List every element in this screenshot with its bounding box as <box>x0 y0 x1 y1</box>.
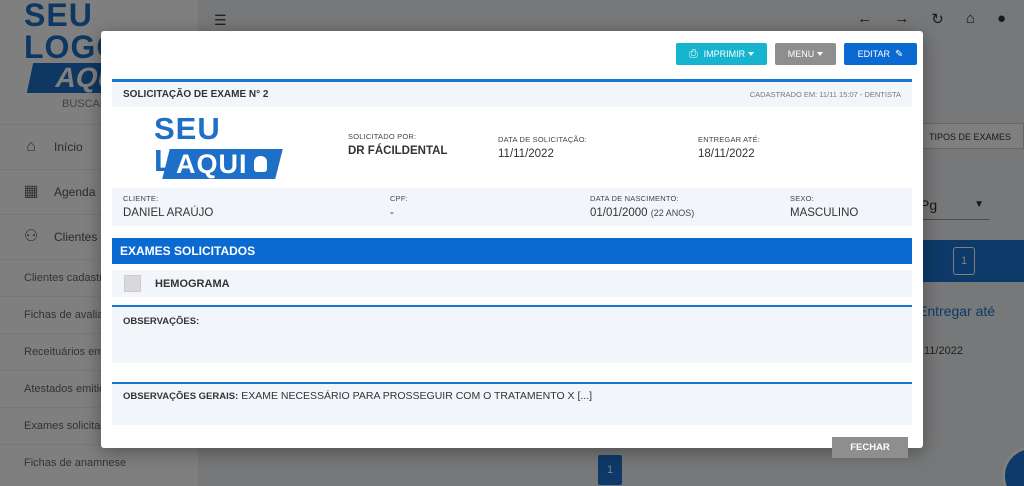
general-observations-text: EXAME NECESSÁRIO PARA PROSSEGUIR COM O T… <box>241 390 593 402</box>
caret-down-icon <box>748 52 755 56</box>
caret-down-icon <box>817 52 824 56</box>
field-value: DR FÁCILDENTAL <box>348 145 448 157</box>
exam-checkbox[interactable] <box>124 275 141 292</box>
request-header: SOLICITAÇÃO DE EXAME N° 2 CADASTRADO EM:… <box>112 79 912 107</box>
field-label: ENTREGAR ATÉ: <box>698 135 761 144</box>
registered-info: CADASTRADO EM: 11/11 15:07 - DENTISTA <box>749 90 901 99</box>
edit-button-label: EDITAR <box>857 49 890 59</box>
deliver-date-field: ENTREGAR ATÉ: 18/11/2022 <box>698 135 760 160</box>
tooth-icon <box>254 156 267 172</box>
cpf-field: CPF: - <box>390 194 408 219</box>
exams-section-title: EXAMES SOLICITADOS <box>112 238 912 264</box>
modal-toolbar: ⎙ IMPRIMIR MENU EDITAR ✎ <box>676 43 917 65</box>
requested-by-field: SOLICITADO POR: DR FÁCILDENTAL <box>348 132 447 157</box>
observations-label: OBSERVAÇÕES: <box>123 316 200 327</box>
logo-text-2: AQUI <box>176 149 248 179</box>
exam-request-modal: ⎙ IMPRIMIR MENU EDITAR ✎ SOLICITAÇÃO DE … <box>101 31 923 458</box>
field-label: SEXO: <box>790 194 814 203</box>
general-observations-box: OBSERVAÇÕES GERAIS: EXAME NECESSÁRIO PAR… <box>112 382 912 425</box>
general-observations-label: OBSERVAÇÕES GERAIS: <box>123 391 239 402</box>
print-button[interactable]: ⎙ IMPRIMIR <box>676 43 767 65</box>
page-title: SOLICITAÇÃO DE EXAME N° 2 <box>123 89 269 100</box>
field-label: SOLICITADO POR: <box>348 132 417 141</box>
age-value: (22 ANOS) <box>650 208 695 218</box>
field-value: DANIEL ARAÚJO <box>123 207 214 219</box>
menu-button[interactable]: MENU <box>775 43 836 65</box>
field-value: 11/11/2022 <box>498 148 554 160</box>
field-label: CLIENTE: <box>123 194 159 203</box>
field-value: 18/11/2022 <box>698 148 755 160</box>
edit-icon: ✎ <box>894 48 904 60</box>
birth-date-field: DATA DE NASCIMENTO: 01/01/2000 (22 ANOS) <box>590 194 694 219</box>
field-label: CPF: <box>390 194 408 203</box>
observations-box: OBSERVAÇÕES: <box>112 305 912 363</box>
request-date-field: DATA DE SOLICITAÇÃO: 11/11/2022 <box>498 135 587 160</box>
client-field: CLIENTE: DANIEL ARAÚJO <box>123 194 213 219</box>
print-button-label: IMPRIMIR <box>703 49 746 59</box>
sex-field: SEXO: MASCULINO <box>790 194 858 219</box>
menu-button-label: MENU <box>787 49 815 59</box>
field-value: MASCULINO <box>790 207 859 219</box>
field-value: - <box>390 207 394 219</box>
exam-name: HEMOGRAMA <box>155 277 230 290</box>
client-info-row: CLIENTE: DANIEL ARAÚJO CPF: - DATA DE NA… <box>112 188 912 226</box>
edit-button[interactable]: EDITAR ✎ <box>844 43 917 65</box>
list-item: HEMOGRAMA <box>112 270 912 297</box>
printer-icon: ⎙ <box>688 47 698 60</box>
field-value: 01/01/2000 <box>590 207 648 219</box>
field-label: DATA DE SOLICITAÇÃO: <box>498 135 588 144</box>
field-label: DATA DE NASCIMENTO: <box>590 194 679 203</box>
company-logo: SEU LOGO AQUI <box>154 113 283 181</box>
close-button[interactable]: FECHAR <box>832 437 908 458</box>
